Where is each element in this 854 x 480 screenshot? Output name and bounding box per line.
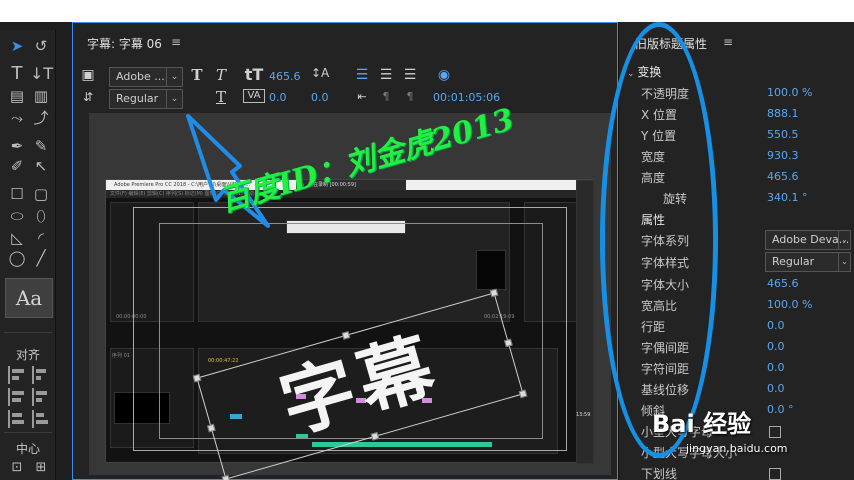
center-vertical-icon[interactable]: ⊞ [30, 458, 52, 478]
align-center-text-icon[interactable]: ☰ [377, 67, 395, 83]
small-caps-checkbox[interactable] [769, 426, 781, 438]
line-tool-icon[interactable]: ╱ [30, 248, 52, 268]
align-label: 对齐 [15, 348, 40, 362]
pen-tool-icon[interactable]: ✒ [6, 136, 28, 156]
align-top-icon[interactable] [32, 366, 50, 384]
style-preview[interactable]: Aa [5, 278, 53, 318]
rounded-rectangle-tool-icon[interactable]: ▢ [30, 184, 52, 204]
roll-crawl-options-icon[interactable]: ⇵ [79, 89, 97, 105]
kerning-icon: VA [243, 89, 265, 103]
font-family-value: Adobe ... [116, 70, 165, 83]
top-strip [0, 0, 854, 22]
rounded-corner-tool-icon[interactable]: ⬯ [30, 206, 52, 226]
ellipse-outline-tool-icon[interactable]: ◯ [6, 248, 28, 268]
annotation-ellipse [600, 22, 718, 458]
convert-anchor-tool-icon[interactable]: ↖ [30, 156, 52, 176]
properties-panel-menu-icon[interactable]: ≡ [723, 35, 733, 49]
font-size-value[interactable]: 465.6 [269, 70, 301, 83]
center-horizontal-icon[interactable]: ⊡ [6, 458, 28, 478]
show-background-icon[interactable]: ◉ [435, 67, 453, 83]
bold-icon[interactable]: T [189, 67, 205, 83]
area-type-tool-icon[interactable]: ▤ [6, 86, 28, 106]
leading-icon: ↕A [311, 66, 330, 80]
prop-row-underline[interactable]: 下划线 [641, 465, 853, 480]
tab-stops-icon[interactable]: ⇤ [353, 89, 371, 105]
vertical-path-type-tool-icon[interactable]: ⤴ [30, 108, 52, 128]
chevron-down-icon: ⌄ [838, 231, 850, 249]
inner-sequence-label: 序列 01 [112, 353, 130, 359]
path-type-tool-icon[interactable]: ⤳ [6, 108, 28, 128]
ellipse-tool-icon[interactable]: ⬭ [6, 206, 28, 226]
prop-value[interactable]: 0.0 ° [767, 403, 794, 416]
prop-value[interactable]: 465.6 [767, 170, 799, 183]
prop-value[interactable]: 888.1 [767, 107, 799, 120]
baidu-watermark-url: jingyan.baidu.com [686, 442, 788, 455]
editor-panel-title: 字幕: 字幕 06 [87, 37, 162, 51]
kerning-value[interactable]: 0.0 [269, 91, 287, 104]
align-center-h-icon[interactable] [8, 388, 26, 406]
font-style-select[interactable]: Regular ⌄ [765, 252, 851, 272]
baidu-watermark: Bai 经验 [652, 410, 752, 438]
underline-checkbox[interactable] [769, 468, 781, 480]
center-label: 中心 [15, 442, 40, 456]
selection-tool-icon[interactable]: ➤ [6, 36, 28, 56]
font-style-value: Regular [116, 92, 159, 105]
inner-tray-time: 13:59 [576, 412, 591, 418]
chevron-down-icon: ⌄ [166, 68, 182, 86]
align-center-v-icon[interactable] [32, 388, 50, 406]
rectangle-tool-icon[interactable]: ☐ [6, 184, 28, 204]
font-size-icon: tT [244, 65, 264, 84]
vertical-area-type-tool-icon[interactable]: ▥ [30, 86, 52, 106]
font-style-selected: Regular [772, 255, 815, 268]
italic-icon[interactable]: T [213, 67, 229, 83]
inner-menu-bar: 文件(F) 编辑(E) 剪辑(C) 序列(S) 标记(M) 图形(G) 窗口(W… [106, 190, 592, 198]
prop-value[interactable]: 0.0 [767, 319, 785, 332]
font-family-dropdown[interactable]: Adobe ... ⌄ [109, 67, 183, 87]
prop-value[interactable]: 100.0 % [767, 86, 812, 99]
tab-stop-icon: ¶ [382, 90, 390, 103]
underline-icon[interactable]: T [213, 89, 229, 105]
vertical-type-tool-icon[interactable]: ↓T [30, 64, 53, 84]
prop-value[interactable]: 100.0 % [767, 298, 812, 311]
tab-stop-right-icon: ¶ [406, 90, 414, 103]
inner-taskbar [576, 180, 594, 464]
align-left-icon[interactable] [8, 366, 26, 384]
arc-tool-icon[interactable]: ◜ [30, 228, 52, 248]
font-family-select[interactable]: Adobe Deva... ⌄ [765, 230, 851, 250]
align-right-icon[interactable] [8, 410, 26, 428]
wedge-tool-icon[interactable]: ◺ [6, 228, 28, 248]
font-style-dropdown[interactable]: Regular ⌄ [109, 89, 183, 109]
prop-value[interactable]: 550.5 [767, 128, 799, 141]
editor-panel-menu-icon[interactable]: ≡ [171, 35, 181, 49]
prop-value[interactable]: 465.6 [767, 277, 799, 290]
align-left-text-icon[interactable]: ☰ [353, 67, 371, 83]
prop-value[interactable]: 930.3 [767, 149, 799, 162]
chevron-down-icon: ⌄ [838, 253, 850, 271]
show-background-video-icon[interactable]: ▣ [79, 67, 97, 83]
rotation-tool-icon[interactable]: ↺ [30, 36, 52, 56]
divider [4, 332, 52, 333]
type-tool-icon[interactable]: T [6, 64, 28, 84]
leading-value[interactable]: 0.0 [311, 91, 329, 104]
prop-value[interactable]: 340.1 ° [767, 191, 808, 204]
delete-anchor-tool-icon[interactable]: ✎ [30, 136, 52, 156]
prop-value[interactable]: 0.0 [767, 382, 785, 395]
title-tools-panel: ➤ ↺ T ↓T ▤ ▥ ⤳ ⤴ ✒ ✎ ✐ ↖ ☐ ▢ ⬭ ⬯ ◺ ◜ ◯ ╱… [0, 30, 56, 480]
chevron-down-icon: ⌄ [166, 90, 182, 108]
title-editor-panel: 字幕: 字幕 06 ≡ ▣ Adobe ... ⌄ T T tT 465.6 ↕… [72, 22, 618, 480]
prop-value[interactable]: 0.0 [767, 361, 785, 374]
add-anchor-tool-icon[interactable]: ✐ [6, 156, 28, 176]
divider [4, 432, 52, 433]
align-bottom-icon[interactable] [32, 410, 50, 428]
align-right-text-icon[interactable]: ☰ [401, 67, 419, 83]
prop-value[interactable]: 0.0 [767, 340, 785, 353]
prop-label: 下划线 [641, 467, 678, 480]
